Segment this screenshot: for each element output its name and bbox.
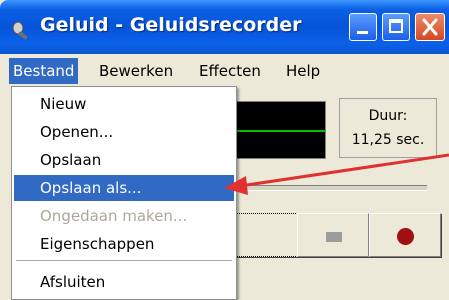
close-button[interactable] (415, 13, 445, 41)
menu-item-opslaan[interactable]: Opslaan (14, 147, 234, 173)
duration-value: 11,25 sec. (351, 132, 425, 148)
menu-effecten[interactable]: Effecten (199, 60, 261, 82)
microphone-icon (12, 21, 28, 40)
menu-item-afsluiten[interactable]: Afsluiten (14, 269, 234, 295)
window-title: Geluid - Geluidsrecorder (40, 14, 302, 36)
menu-item-nieuw[interactable]: Nieuw (14, 91, 234, 117)
duration-panel: Duur: 11,25 sec. (339, 98, 437, 158)
menu-separator (16, 260, 232, 261)
minimize-icon (357, 31, 368, 34)
file-menu-dropdown: Nieuw Openen... Opslaan Opslaan als... O… (11, 86, 237, 300)
menu-bar: Bestand Bewerken Effecten Help (0, 54, 449, 86)
menu-item-eigenschappen[interactable]: Eigenschappen (14, 231, 234, 257)
close-icon (422, 18, 438, 36)
maximize-button[interactable] (382, 13, 410, 41)
title-bar[interactable]: Geluid - Geluidsrecorder (0, 0, 449, 54)
menu-item-ongedaan-maken: Ongedaan maken... (40, 207, 188, 225)
sound-recorder-window: Geluid - Geluidsrecorder Bestand Bewerke… (0, 0, 449, 300)
minimize-button[interactable] (349, 13, 377, 41)
menu-item-openen[interactable]: Openen... (14, 119, 234, 145)
menu-bewerken[interactable]: Bewerken (99, 60, 173, 82)
menu-help[interactable]: Help (286, 60, 320, 82)
position-slider[interactable] (231, 185, 427, 191)
waveform-line (231, 130, 325, 132)
waveform-display (230, 101, 326, 159)
record-icon (397, 228, 414, 245)
menu-bestand[interactable]: Bestand (9, 58, 79, 84)
record-button[interactable] (369, 213, 441, 257)
duration-label: Duur: (368, 108, 408, 124)
menu-item-opslaan-als[interactable]: Opslaan als... (14, 175, 234, 201)
stop-icon (326, 232, 342, 242)
maximize-icon (389, 19, 403, 33)
play-button[interactable] (230, 213, 302, 257)
stop-button[interactable] (297, 213, 369, 257)
